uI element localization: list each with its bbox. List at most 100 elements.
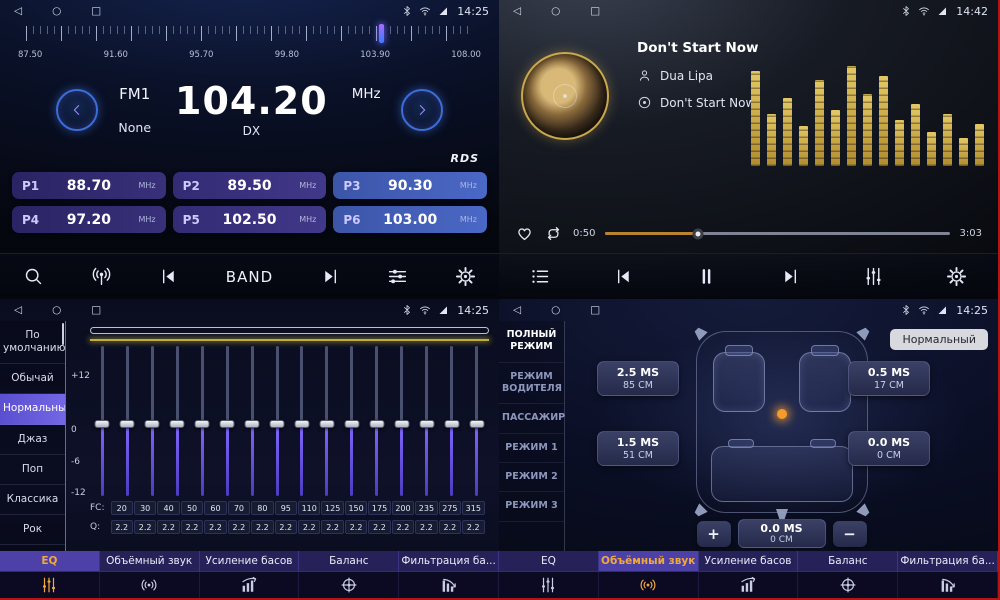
eq-band-knob[interactable] xyxy=(319,420,334,428)
eq-band-knob[interactable] xyxy=(170,420,185,428)
eq-band-slider[interactable] xyxy=(276,346,279,496)
radio-source-button[interactable] xyxy=(91,266,112,287)
seek-bar[interactable] xyxy=(605,232,949,235)
favorite-button[interactable] xyxy=(515,224,534,243)
eq-band-knob[interactable] xyxy=(120,420,135,428)
eq-band-slider[interactable] xyxy=(400,346,403,496)
eq-band-slider[interactable] xyxy=(226,346,229,496)
tab-surround[interactable]: Объёмный звук xyxy=(100,551,200,571)
delay-decrease-button[interactable]: − xyxy=(833,521,867,547)
eq-band-knob[interactable] xyxy=(394,420,409,428)
tab-bass-boost[interactable]: Усиление басов xyxy=(699,551,799,571)
frequency-scale[interactable]: 87.50 91.60 95.70 99.80 103.90 108.00 xyxy=(26,24,473,62)
surround-tab-icon[interactable] xyxy=(100,572,200,598)
eq-band-slider[interactable] xyxy=(126,346,129,496)
eq-tab-icon[interactable] xyxy=(499,572,599,598)
tab-balance[interactable]: Баланс xyxy=(798,551,898,571)
eq-band-slider[interactable] xyxy=(450,346,453,496)
tune-down-button[interactable] xyxy=(56,89,98,131)
mode-2[interactable]: РЕЖИМ 2 xyxy=(499,463,564,492)
eq-band-knob[interactable] xyxy=(270,420,285,428)
mode-driver[interactable]: РЕЖИМ ВОДИТЕЛЯ xyxy=(499,363,564,405)
tab-eq[interactable]: EQ xyxy=(0,551,100,571)
settings-button[interactable] xyxy=(946,266,967,287)
surround-tab-icon[interactable] xyxy=(599,572,699,598)
mode-3[interactable]: РЕЖИМ 3 xyxy=(499,492,564,521)
radio-preset-p6[interactable]: P6103.00MHz xyxy=(333,206,487,233)
filter-tab-icon[interactable] xyxy=(898,572,998,598)
mode-full[interactable]: ПОЛНЫЙ РЕЖИМ xyxy=(499,321,564,363)
settings-button[interactable] xyxy=(455,266,476,287)
nav-home-button[interactable]: ○ xyxy=(551,0,560,22)
eq-band-knob[interactable] xyxy=(444,420,459,428)
eq-band-knob[interactable] xyxy=(419,420,434,428)
previous-track-button[interactable] xyxy=(613,266,634,287)
seek-knob[interactable] xyxy=(693,228,704,239)
eq-preset-custom[interactable]: Обычай xyxy=(0,364,65,394)
rear-right-delay-button[interactable]: 0.0 MS 0 CM xyxy=(848,431,930,466)
eq-band-slider[interactable] xyxy=(251,346,254,496)
balance-tab-icon[interactable] xyxy=(798,572,898,598)
eq-scrollbar[interactable] xyxy=(90,327,489,334)
eq-band-slider[interactable] xyxy=(325,346,328,496)
bass-boost-tab-icon[interactable] xyxy=(699,572,799,598)
radio-preset-p1[interactable]: P188.70MHz xyxy=(12,172,166,199)
nav-recents-button[interactable]: □ xyxy=(590,0,600,22)
next-station-button[interactable] xyxy=(320,266,341,287)
tab-filter[interactable]: Фильтрация ба... xyxy=(399,551,499,571)
eq-band-slider[interactable] xyxy=(176,346,179,496)
eq-preset-pop[interactable]: Поп xyxy=(0,455,65,485)
nav-home-button[interactable]: ○ xyxy=(551,299,560,321)
radio-preset-p4[interactable]: P497.20MHz xyxy=(12,206,166,233)
eq-band-slider[interactable] xyxy=(300,346,303,496)
nav-back-button[interactable]: ◁ xyxy=(14,299,22,321)
rear-left-delay-button[interactable]: 1.5 MS 51 CM xyxy=(597,431,679,466)
eq-band-knob[interactable] xyxy=(344,420,359,428)
playlist-button[interactable] xyxy=(530,266,551,287)
tab-filter[interactable]: Фильтрация ба... xyxy=(898,551,998,571)
band-button[interactable]: BAND xyxy=(226,268,273,286)
eq-band-knob[interactable] xyxy=(220,420,235,428)
radio-preset-p5[interactable]: P5102.50MHz xyxy=(173,206,327,233)
eq-band-slider[interactable] xyxy=(350,346,353,496)
nav-recents-button[interactable]: □ xyxy=(91,0,101,22)
eq-band-knob[interactable] xyxy=(245,420,260,428)
previous-station-button[interactable] xyxy=(158,266,179,287)
eq-preset-jazz[interactable]: Джаз xyxy=(0,425,65,455)
balance-tab-icon[interactable] xyxy=(299,572,399,598)
nav-back-button[interactable]: ◁ xyxy=(513,299,521,321)
eq-band-slider[interactable] xyxy=(475,346,478,496)
tab-eq[interactable]: EQ xyxy=(499,551,599,571)
pause-button[interactable] xyxy=(696,266,717,287)
eq-band-slider[interactable] xyxy=(375,346,378,496)
eq-preset-default[interactable]: По умолчанию xyxy=(0,321,65,364)
nav-recents-button[interactable]: □ xyxy=(91,299,101,321)
filter-tab-icon[interactable] xyxy=(399,572,499,598)
eq-band-knob[interactable] xyxy=(195,420,210,428)
equalizer-button[interactable] xyxy=(863,266,884,287)
mode-1[interactable]: РЕЖИМ 1 xyxy=(499,434,564,463)
delay-increase-button[interactable]: + xyxy=(697,521,731,547)
eq-tab-icon[interactable] xyxy=(0,572,100,598)
bass-boost-tab-icon[interactable] xyxy=(200,572,300,598)
front-left-delay-button[interactable]: 2.5 MS 85 CM xyxy=(597,361,679,396)
mode-passenger[interactable]: ПАССАЖИР xyxy=(499,404,564,433)
nav-home-button[interactable]: ○ xyxy=(52,299,61,321)
eq-band-knob[interactable] xyxy=(294,420,309,428)
next-track-button[interactable] xyxy=(780,266,801,287)
tab-surround[interactable]: Объёмный звук xyxy=(599,551,699,571)
sound-preset-button[interactable]: Нормальный xyxy=(890,329,988,350)
eq-band-knob[interactable] xyxy=(95,420,110,428)
eq-band-knob[interactable] xyxy=(145,420,160,428)
eq-preset-classic[interactable]: Классика xyxy=(0,485,65,515)
eq-band-slider[interactable] xyxy=(201,346,204,496)
nav-back-button[interactable]: ◁ xyxy=(14,0,22,22)
tune-up-button[interactable] xyxy=(401,89,443,131)
radio-preset-p2[interactable]: P289.50MHz xyxy=(173,172,327,199)
nav-recents-button[interactable]: □ xyxy=(590,299,600,321)
nav-back-button[interactable]: ◁ xyxy=(513,0,521,22)
tab-balance[interactable]: Баланс xyxy=(299,551,399,571)
nav-home-button[interactable]: ○ xyxy=(52,0,61,22)
eq-band-slider[interactable] xyxy=(151,346,154,496)
front-right-delay-button[interactable]: 0.5 MS 17 CM xyxy=(848,361,930,396)
